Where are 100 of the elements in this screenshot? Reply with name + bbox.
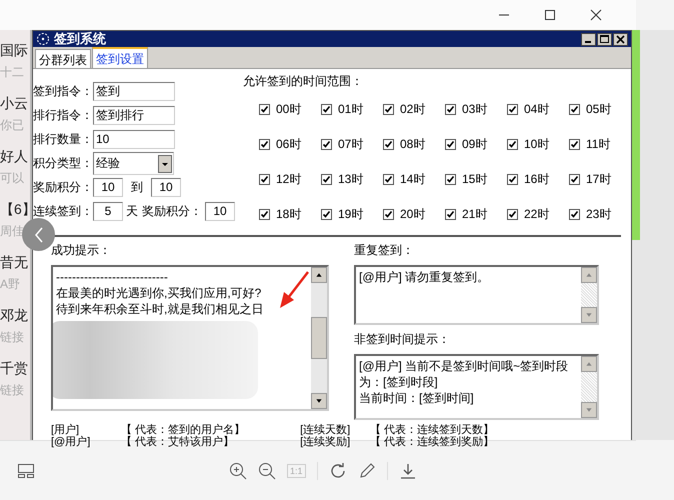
hour-checkbox[interactable]: 00时 (259, 100, 302, 118)
tab[interactable]: 签到设置 (92, 47, 148, 68)
hour-checkbox[interactable]: 09时 (445, 135, 488, 153)
checkbox-icon[interactable] (569, 138, 580, 150)
scroll-up-icon[interactable] (311, 267, 327, 283)
pencil-icon[interactable] (358, 462, 376, 480)
checkbox-icon[interactable] (383, 208, 394, 220)
text-area[interactable]: [@用户] 当前不是签到时间哦~签到时段为：[签到时段] 当前时间：[签到时间] (354, 354, 599, 420)
checkbox-icon[interactable] (259, 174, 270, 184)
hour-checkbox[interactable]: 01时 (321, 100, 364, 118)
checkbox-icon[interactable] (383, 138, 394, 150)
hour-checkbox[interactable]: 03时 (445, 100, 488, 118)
dropdown[interactable]: 经验 (93, 152, 174, 175)
input-field[interactable]: 10 (151, 178, 181, 197)
hour-checkbox[interactable]: 13时 (321, 170, 364, 188)
placeholder-token: [连续奖励] (300, 436, 352, 448)
chat-list-text: 国际 (0, 42, 29, 60)
checkbox-icon[interactable] (507, 174, 518, 184)
checkbox-icon[interactable] (445, 104, 456, 114)
hour-checkbox[interactable]: 23时 (569, 205, 612, 223)
input-field[interactable]: 10 (93, 130, 175, 149)
chat-list-text: 邓龙 (0, 307, 29, 325)
hour-checkbox[interactable]: 05时 (569, 100, 612, 118)
close-icon[interactable] (613, 32, 628, 46)
close-icon[interactable] (590, 9, 602, 21)
hour-checkbox[interactable]: 02时 (383, 100, 426, 118)
chat-list-text: 昔无 (0, 254, 29, 272)
zoom-in-icon[interactable] (229, 462, 247, 480)
hour-checkbox[interactable]: 19时 (321, 205, 364, 223)
minimize-icon[interactable] (581, 32, 596, 46)
chat-list-text: 十二 (0, 64, 25, 81)
input-field[interactable]: 10 (205, 202, 235, 221)
chat-list-text: 可以 (0, 170, 25, 187)
tab[interactable]: 分群列表 (35, 49, 91, 68)
message-line: [@用户] 请勿重复签到。 (359, 269, 490, 285)
hour-checkbox[interactable]: 12时 (259, 170, 302, 188)
checkbox-icon[interactable] (259, 208, 270, 220)
chat-list-text: 小云 (0, 95, 29, 113)
input-field[interactable]: 签到 (93, 82, 175, 101)
input-field[interactable]: 5 (93, 202, 123, 221)
section-label: 非签到时间提示： (354, 331, 450, 348)
checkbox-icon[interactable] (383, 174, 394, 184)
checkbox-icon[interactable] (321, 138, 332, 150)
window-title: 签到系统 (54, 30, 106, 48)
hour-checkbox[interactable]: 17时 (569, 170, 612, 188)
zoom-out-icon[interactable] (258, 462, 276, 480)
hour-checkbox[interactable]: 11时 (569, 135, 610, 153)
scrollbar[interactable] (311, 267, 327, 409)
checkbox-icon[interactable] (445, 208, 456, 220)
checkbox-icon[interactable] (507, 138, 518, 150)
field-label: 连续签到： (33, 203, 91, 220)
hour-checkbox[interactable]: 16时 (507, 170, 550, 188)
scroll-down-icon[interactable] (311, 393, 327, 409)
hour-checkbox[interactable]: 06时 (259, 135, 302, 153)
hour-checkbox[interactable]: 07时 (321, 135, 364, 153)
hour-checkbox[interactable]: 10时 (507, 135, 550, 153)
placeholder-token: [用户] (51, 424, 80, 436)
hour-checkbox[interactable]: 18时 (259, 205, 302, 223)
checkbox-icon[interactable] (321, 208, 332, 220)
maximize-icon[interactable] (597, 32, 612, 46)
hour-checkbox[interactable]: 08时 (383, 135, 426, 153)
hour-checkbox[interactable]: 15时 (445, 170, 488, 188)
checkbox-icon[interactable] (569, 174, 580, 184)
maximize-icon[interactable] (544, 9, 556, 21)
field-label: 排行指令： (33, 107, 91, 124)
checkbox-icon[interactable] (321, 104, 332, 114)
placeholder-token: [连续天数] (300, 424, 352, 436)
checkbox-icon[interactable] (569, 104, 580, 114)
hour-checkbox[interactable]: 21时 (445, 205, 488, 223)
hour-checkbox[interactable]: 04时 (507, 100, 550, 118)
field-label: 签到指令： (33, 83, 91, 100)
token-description: 【 代表：连续签到天数】 (370, 424, 494, 436)
checkbox-icon[interactable] (507, 104, 518, 114)
field-label: 排行数量： (33, 131, 91, 148)
message-line: ---------------------------- (56, 269, 169, 285)
hour-checkbox[interactable]: 14时 (383, 170, 426, 188)
download-icon[interactable] (398, 462, 417, 480)
hour-checkbox[interactable]: 22时 (507, 205, 550, 223)
checkbox-icon[interactable] (259, 138, 270, 150)
chat-list-text: 链接 (0, 329, 25, 346)
input-field[interactable]: 10 (93, 178, 123, 197)
field-label: 奖励积分： (33, 179, 91, 196)
text-area[interactable]: ---------------------------- 在最美的时光遇到你,买我们应用,可好? 待到来年积余至斗时,就是我们相见之日 (51, 265, 329, 411)
checkbox-icon[interactable] (259, 104, 270, 114)
hour-checkbox[interactable]: 20时 (383, 205, 426, 223)
input-field[interactable]: 签到排行 (93, 106, 175, 125)
chat-list-text: 链接 (0, 382, 25, 399)
chat-list-text: 千赏 (0, 360, 29, 378)
checkbox-icon[interactable] (321, 174, 332, 184)
chat-list-text: A野 (0, 276, 22, 293)
text-area[interactable]: [@用户] 请勿重复签到。 (354, 265, 599, 325)
checkbox-icon[interactable] (445, 174, 456, 184)
rotate-icon[interactable] (328, 462, 347, 480)
checkbox-icon[interactable] (569, 208, 580, 220)
thumbnails-icon[interactable] (17, 462, 35, 478)
app-icon (36, 32, 50, 46)
field-label: 积分类型： (33, 155, 91, 172)
checkbox-icon[interactable] (507, 208, 518, 220)
checkbox-icon[interactable] (445, 138, 456, 150)
checkbox-icon[interactable] (383, 104, 394, 114)
